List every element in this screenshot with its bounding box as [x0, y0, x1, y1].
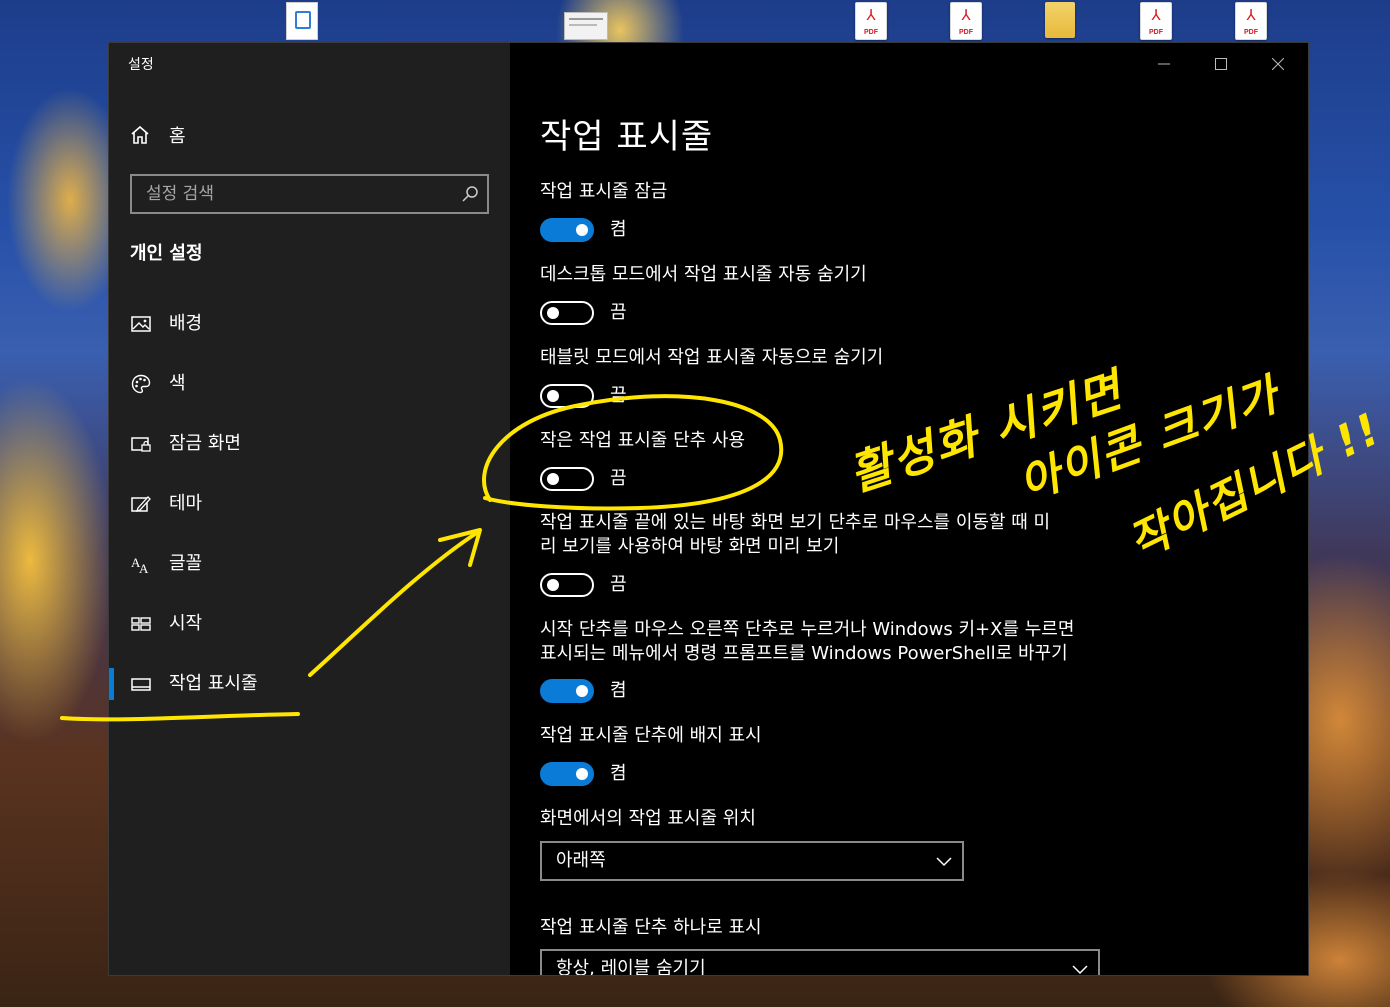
- sidebar-item-label: 글꼴: [169, 553, 203, 574]
- toggle-state-label: 끔: [610, 574, 627, 595]
- sidebar-item-background[interactable]: 배경: [109, 304, 510, 344]
- toggle-state-label: 켬: [610, 219, 627, 240]
- start-icon: [131, 617, 151, 631]
- search-icon[interactable]: [461, 185, 479, 203]
- toggle-knob: [547, 473, 559, 485]
- chevron-down-icon: [1072, 965, 1088, 975]
- minimize-button[interactable]: [1141, 47, 1187, 81]
- maximize-button[interactable]: [1198, 47, 1244, 81]
- toggle-knob: [576, 768, 588, 780]
- svg-text:A: A: [139, 561, 149, 575]
- setting-label: 작업 표시줄 단추 하나로 표시: [540, 917, 762, 938]
- toggle-knob: [576, 224, 588, 236]
- search-box[interactable]: [130, 174, 489, 214]
- sidebar-item-lock-screen[interactable]: 잠금 화면: [109, 424, 510, 464]
- thumbnail-icon[interactable]: [564, 12, 608, 40]
- combine-buttons-dropdown[interactable]: 항상, 레이블 숨기기: [540, 949, 1100, 975]
- sidebar: 설정 홈 개인 설정 배경: [109, 43, 510, 975]
- powershell-toggle[interactable]: [540, 679, 594, 703]
- setting-label: 화면에서의 작업 표시줄 위치: [540, 808, 756, 829]
- pdf-icon[interactable]: ⅄ PDF: [1235, 2, 1267, 40]
- close-icon: [1272, 58, 1284, 70]
- toggle-state-label: 끔: [610, 302, 627, 323]
- peek-toggle[interactable]: [540, 573, 594, 597]
- group-header: 개인 설정: [130, 243, 203, 264]
- search-input[interactable]: [132, 176, 446, 212]
- dropdown-value: 아래쪽: [556, 850, 606, 871]
- setting-label: 리 보기를 사용하여 바탕 화면 미리 보기: [540, 536, 840, 557]
- setting-label: 작업 표시줄 잠금: [540, 181, 668, 202]
- palette-icon: [131, 374, 151, 394]
- maximize-icon: [1215, 58, 1227, 70]
- small-buttons-toggle[interactable]: [540, 467, 594, 491]
- toggle-knob: [547, 307, 559, 319]
- setting-label: 표시되는 메뉴에서 명령 프롬프트를 Windows PowerShell로 바…: [540, 643, 1068, 664]
- app-title: 설정: [128, 57, 154, 73]
- chevron-down-icon: [936, 857, 952, 867]
- sidebar-item-label: 색: [169, 373, 186, 394]
- home-icon: [131, 125, 149, 144]
- sidebar-item-taskbar[interactable]: 작업 표시줄: [109, 664, 510, 704]
- setting-label: 작업 표시줄 단추에 배지 표시: [540, 725, 762, 746]
- sidebar-item-themes[interactable]: 테마: [109, 484, 510, 524]
- home-label: 홈: [169, 126, 186, 147]
- lock-screen-icon: [131, 437, 151, 452]
- taskbar-position-dropdown[interactable]: 아래쪽: [540, 841, 964, 881]
- lock-taskbar-toggle[interactable]: [540, 218, 594, 242]
- toggle-state-label: 켬: [610, 680, 627, 701]
- setting-label: 태블릿 모드에서 작업 표시줄 자동으로 숨기기: [540, 347, 884, 368]
- sidebar-item-label: 배경: [169, 313, 203, 334]
- theme-icon: [131, 496, 151, 513]
- badges-toggle[interactable]: [540, 762, 594, 786]
- active-indicator: [109, 668, 114, 700]
- taskbar-icon: [131, 678, 151, 691]
- pdf-icon[interactable]: ⅄ PDF: [950, 2, 982, 40]
- dropdown-value: 항상, 레이블 숨기기: [556, 958, 706, 975]
- picture-icon: [131, 316, 151, 332]
- sidebar-item-fonts[interactable]: A A 글꼴: [109, 544, 510, 584]
- autohide-tablet-toggle[interactable]: [540, 384, 594, 408]
- folder-icon[interactable]: [1045, 2, 1075, 38]
- sidebar-item-color[interactable]: 색: [109, 364, 510, 404]
- setting-label: 데스크톱 모드에서 작업 표시줄 자동 숨기기: [540, 264, 867, 285]
- autohide-desktop-toggle[interactable]: [540, 301, 594, 325]
- toggle-knob: [547, 390, 559, 402]
- sidebar-item-start[interactable]: 시작: [109, 604, 510, 644]
- toggle-knob: [576, 685, 588, 697]
- toggle-state-label: 끔: [610, 468, 627, 489]
- setting-label: 시작 단추를 마우스 오른쪽 단추로 누르거나 Windows 키+X를 누르면: [540, 619, 1075, 640]
- pdf-icon[interactable]: ⅄ PDF: [1140, 2, 1172, 40]
- pdf-icon[interactable]: ⅄ PDF: [855, 2, 887, 40]
- minimize-icon: [1158, 63, 1170, 65]
- sidebar-item-label: 작업 표시줄: [169, 673, 258, 694]
- toggle-knob: [547, 579, 559, 591]
- close-button[interactable]: [1255, 47, 1301, 81]
- toggle-state-label: 끔: [610, 385, 627, 406]
- toggle-state-label: 켬: [610, 763, 627, 784]
- sidebar-item-label: 잠금 화면: [169, 433, 241, 454]
- setting-label: 작업 표시줄 끝에 있는 바탕 화면 보기 단추로 마우스를 이동할 때 미: [540, 512, 1051, 533]
- font-icon: A A: [131, 555, 149, 575]
- sidebar-item-label: 시작: [169, 613, 203, 634]
- page-title: 작업 표시줄: [540, 117, 714, 157]
- document-icon[interactable]: [286, 2, 318, 40]
- sidebar-item-label: 테마: [169, 493, 203, 514]
- home-nav-item[interactable]: 홈: [129, 121, 186, 149]
